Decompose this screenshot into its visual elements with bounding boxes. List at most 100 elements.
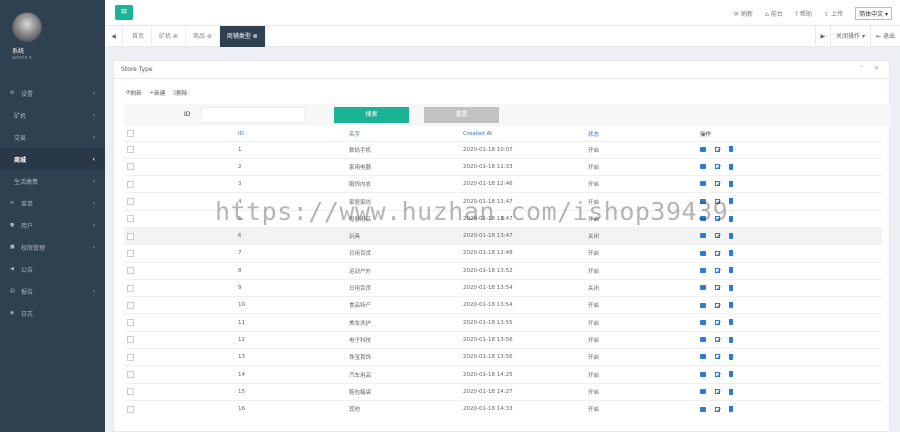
- sidebar-item-8[interactable]: ◀ 公告: [0, 258, 105, 280]
- sidebar-item-4[interactable]: 生活缴费 ‹: [0, 170, 105, 192]
- edit-icon[interactable]: [715, 233, 720, 239]
- edit-icon[interactable]: [715, 302, 720, 308]
- language-select[interactable]: 简体中文 ▾: [855, 6, 892, 20]
- table-row[interactable]: 10 食品特产 2020-01-18 13:54 开启: [124, 296, 882, 314]
- table-row[interactable]: 3 服饰内衣 2020-01-18 12:46 开启: [124, 175, 882, 193]
- row-checkbox[interactable]: [127, 301, 134, 309]
- view-folder-icon[interactable]: [700, 164, 706, 170]
- row-checkbox[interactable]: [127, 284, 134, 292]
- tab-2[interactable]: 商品 ⊗: [186, 26, 220, 47]
- trash-icon[interactable]: [729, 319, 733, 326]
- edit-icon[interactable]: [715, 371, 720, 377]
- edit-icon[interactable]: [715, 198, 720, 204]
- edit-icon[interactable]: [715, 389, 720, 395]
- table-row[interactable]: 9 日用百货 2020-01-18 13:54 关闭: [124, 278, 882, 297]
- sidebar-item-9[interactable]: ▤ 报告 ‹: [0, 280, 105, 302]
- row-checkbox[interactable]: [127, 198, 134, 206]
- reset-button[interactable]: 重置: [424, 107, 499, 123]
- view-folder-icon[interactable]: [700, 406, 706, 412]
- delete-button[interactable]: ▯ 删除: [173, 89, 187, 97]
- view-folder-icon[interactable]: [700, 181, 706, 187]
- trash-icon[interactable]: [729, 267, 733, 274]
- trash-icon[interactable]: [729, 215, 733, 222]
- tabs-scroll-left-icon[interactable]: ◀: [105, 26, 123, 47]
- view-folder-icon[interactable]: [700, 285, 706, 291]
- table-row[interactable]: 15 鞋包箱袋 2020-01-18 14:27 开启: [124, 382, 882, 401]
- user-role-dropdown[interactable]: admin ▾: [12, 55, 32, 61]
- view-folder-icon[interactable]: [700, 319, 706, 325]
- trash-icon[interactable]: [729, 198, 733, 205]
- table-row[interactable]: 14 汽车用品 2020-01-18 14:25 开启: [124, 365, 882, 384]
- trash-icon[interactable]: [729, 284, 733, 291]
- trash-icon[interactable]: [729, 336, 733, 343]
- select-all-checkbox[interactable]: [127, 130, 134, 138]
- view-folder-icon[interactable]: [700, 216, 706, 222]
- top-link-1[interactable]: ⌂ 前台: [765, 9, 783, 18]
- sidebar-item-6[interactable]: ● 用户 ‹: [0, 214, 105, 236]
- table-row[interactable]: 4 家居家纺 2020-01-18 13:47 开启: [124, 192, 882, 211]
- avatar[interactable]: [12, 12, 42, 42]
- view-folder-icon[interactable]: [700, 233, 706, 239]
- table-row[interactable]: 2 家用电器 2020-01-18 11:33 开启: [124, 157, 882, 176]
- trash-icon[interactable]: [729, 250, 733, 257]
- edit-icon[interactable]: [715, 285, 720, 291]
- trash-icon[interactable]: [729, 163, 733, 170]
- edit-icon[interactable]: [715, 216, 720, 222]
- trash-icon[interactable]: [729, 302, 733, 309]
- panel-collapse-close-icons[interactable]: ⌃ ✕: [859, 65, 883, 72]
- row-checkbox[interactable]: [127, 215, 134, 223]
- refresh-button[interactable]: ⟳ 刷新: [126, 89, 142, 97]
- table-row[interactable]: 16 其他 2020-01-18 14:33 开启: [124, 399, 882, 418]
- trash-icon[interactable]: [729, 180, 733, 187]
- create-button[interactable]: + 新建: [150, 89, 166, 97]
- view-folder-icon[interactable]: [700, 146, 706, 152]
- table-row[interactable]: 7 日用百货 2020-01-18 12:48 开启: [124, 244, 882, 263]
- table-row[interactable]: 11 美妆洗护 2020-01-18 13:55 开启: [124, 313, 882, 332]
- edit-icon[interactable]: [715, 164, 720, 170]
- row-checkbox[interactable]: [127, 180, 134, 188]
- row-checkbox[interactable]: [127, 336, 134, 344]
- top-link-3[interactable]: ⇪ 上传: [824, 9, 843, 18]
- column-header-id[interactable]: ID: [238, 127, 349, 141]
- trash-icon[interactable]: [729, 353, 733, 360]
- tab-1[interactable]: 矿机 ⊗: [152, 26, 186, 47]
- sidebar-item-5[interactable]: ≡ 菜单 ‹: [0, 192, 105, 214]
- edit-icon[interactable]: [715, 267, 720, 273]
- row-checkbox[interactable]: [127, 371, 134, 378]
- column-header-name[interactable]: 名字: [349, 127, 463, 141]
- row-checkbox[interactable]: [127, 388, 134, 396]
- view-folder-icon[interactable]: [700, 198, 706, 204]
- trash-icon[interactable]: [729, 232, 733, 239]
- row-checkbox[interactable]: [127, 232, 134, 240]
- sidebar-item-0[interactable]: ⚙ 设置 ‹: [0, 82, 105, 104]
- search-button[interactable]: 搜索: [334, 107, 409, 123]
- edit-icon[interactable]: [715, 181, 720, 187]
- sidebar-item-2[interactable]: 交易 ‹: [0, 126, 105, 148]
- row-checkbox[interactable]: [127, 249, 134, 257]
- view-folder-icon[interactable]: [700, 250, 706, 256]
- tab-0[interactable]: 首页: [125, 26, 153, 47]
- tabs-scroll-right-icon[interactable]: ▶: [814, 26, 831, 47]
- exit-button[interactable]: ⇤ 退出: [870, 26, 900, 47]
- view-folder-icon[interactable]: [700, 389, 706, 395]
- sidebar-item-7[interactable]: ■ 权限管理 ‹: [0, 236, 105, 258]
- top-link-2[interactable]: ? 帮助: [795, 9, 812, 18]
- sidebar-item-3[interactable]: 商城 ‹: [0, 148, 105, 170]
- table-row[interactable]: 12 电子科技 2020-01-18 13:56 开启: [124, 330, 882, 349]
- sidebar-item-10[interactable]: ◉ 日志: [0, 302, 105, 324]
- row-checkbox[interactable]: [127, 405, 134, 413]
- edit-icon[interactable]: [715, 337, 720, 343]
- top-link-0[interactable]: ⟳ 刷新: [734, 9, 753, 18]
- edit-icon[interactable]: [715, 354, 720, 360]
- trash-icon[interactable]: [729, 388, 733, 395]
- row-checkbox[interactable]: [127, 267, 134, 275]
- table-row[interactable]: 1 数码手机 2020-01-18 10:07 开启: [124, 140, 882, 159]
- view-folder-icon[interactable]: [700, 354, 706, 360]
- table-row[interactable]: 8 运动户外 2020-01-18 13:52 开启: [124, 261, 882, 280]
- edit-icon[interactable]: [715, 319, 720, 325]
- view-folder-icon[interactable]: [700, 371, 706, 377]
- table-row[interactable]: 13 珠宝首饰 2020-01-18 13:56 开启: [124, 348, 882, 366]
- table-row[interactable]: 6 玩具 2020-01-18 13:47 关闭: [124, 226, 882, 245]
- trash-icon[interactable]: [729, 406, 733, 413]
- table-row[interactable]: 5 母婴用品 2020-01-18 13:47 开启: [124, 209, 882, 228]
